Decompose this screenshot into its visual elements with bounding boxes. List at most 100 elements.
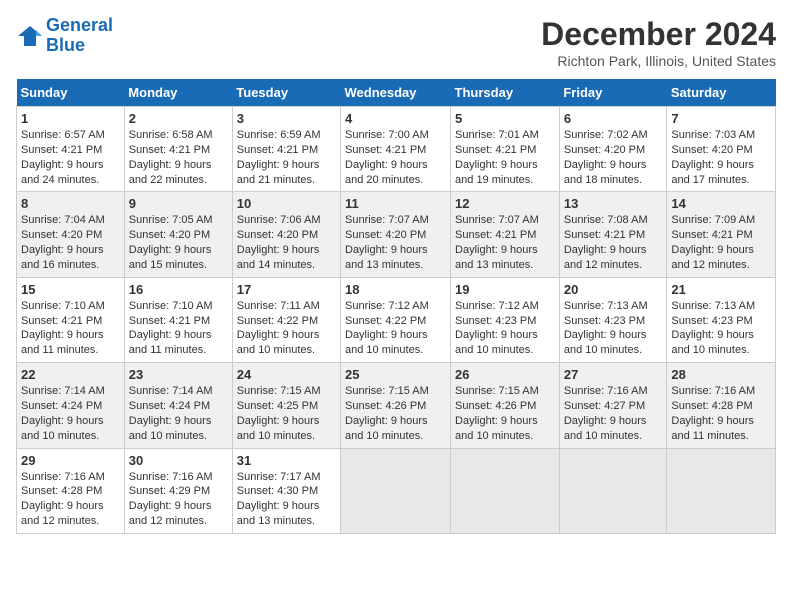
- day-info: Sunrise: 7:06 AMSunset: 4:20 PMDaylight:…: [237, 214, 321, 271]
- calendar-cell-5-5: [451, 448, 560, 533]
- calendar-cell-3-5: 19 Sunrise: 7:12 AMSunset: 4:23 PMDayligh…: [451, 277, 560, 362]
- calendar-cell-1-1: 1 Sunrise: 6:57 AMSunset: 4:21 PMDaylight…: [17, 107, 125, 192]
- logo-text: General Blue: [46, 16, 113, 56]
- calendar-cell-5-3: 31 Sunrise: 7:17 AMSunset: 4:30 PMDayligh…: [232, 448, 340, 533]
- day-number: 17: [237, 282, 336, 297]
- day-info: Sunrise: 7:04 AMSunset: 4:20 PMDaylight:…: [21, 214, 105, 271]
- calendar-cell-1-6: 6 Sunrise: 7:02 AMSunset: 4:20 PMDaylight…: [559, 107, 667, 192]
- calendar-cell-4-6: 27 Sunrise: 7:16 AMSunset: 4:27 PMDayligh…: [559, 363, 667, 448]
- calendar-cell-4-5: 26 Sunrise: 7:15 AMSunset: 4:26 PMDayligh…: [451, 363, 560, 448]
- calendar-cell-2-6: 13 Sunrise: 7:08 AMSunset: 4:21 PMDayligh…: [559, 192, 667, 277]
- calendar-row-2: 8Sunrise: 7:04 AMSunset: 4:20 PMDaylight…: [17, 192, 776, 277]
- logo-line2: Blue: [46, 35, 85, 55]
- calendar-cell-4-2: 23Sunrise: 7:14 AMSunset: 4:24 PMDayligh…: [124, 363, 232, 448]
- col-friday: Friday: [559, 79, 667, 107]
- calendar-cell-3-3: 17 Sunrise: 7:11 AMSunset: 4:22 PMDayligh…: [232, 277, 340, 362]
- day-info: Sunrise: 7:08 AMSunset: 4:21 PMDaylight:…: [564, 214, 648, 271]
- calendar-cell-3-2: 16 Sunrise: 7:10 AMSunset: 4:21 PMDayligh…: [124, 277, 232, 362]
- calendar-cell-4-7: 28 Sunrise: 7:16 AMSunset: 4:28 PMDayligh…: [667, 363, 776, 448]
- day-number: 10: [237, 196, 336, 211]
- col-sunday: Sunday: [17, 79, 125, 107]
- calendar-cell-1-2: 2 Sunrise: 6:58 AMSunset: 4:21 PMDaylight…: [124, 107, 232, 192]
- calendar-row-5: 29 Sunrise: 7:16 AMSunset: 4:28 PMDayligh…: [17, 448, 776, 533]
- logo-line1: General: [46, 15, 113, 35]
- calendar-cell-2-2: 9 Sunrise: 7:05 AMSunset: 4:20 PMDaylight…: [124, 192, 232, 277]
- day-number: 2: [129, 111, 228, 126]
- calendar-table: Sunday Monday Tuesday Wednesday Thursday…: [16, 79, 776, 534]
- day-number: 7: [671, 111, 771, 126]
- day-number: 26: [455, 367, 555, 382]
- calendar-cell-2-3: 10 Sunrise: 7:06 AMSunset: 4:20 PMDayligh…: [232, 192, 340, 277]
- logo: General Blue: [16, 16, 113, 56]
- day-number: 27: [564, 367, 663, 382]
- logo-icon: [16, 22, 44, 50]
- day-info: Sunrise: 6:58 AMSunset: 4:21 PMDaylight:…: [129, 129, 213, 186]
- day-number: 24: [237, 367, 336, 382]
- day-number: 29: [21, 453, 120, 468]
- col-monday: Monday: [124, 79, 232, 107]
- day-number: 16: [129, 282, 228, 297]
- day-info: Sunrise: 7:15 AMSunset: 4:26 PMDaylight:…: [455, 385, 539, 442]
- day-number: 25: [345, 367, 446, 382]
- calendar-cell-5-1: 29 Sunrise: 7:16 AMSunset: 4:28 PMDayligh…: [17, 448, 125, 533]
- day-number: 14: [671, 196, 771, 211]
- day-info: Sunrise: 7:14 AMSunset: 4:24 PMDaylight:…: [21, 385, 105, 442]
- day-number: 6: [564, 111, 663, 126]
- day-number: 21: [671, 282, 771, 297]
- day-info: Sunrise: 7:13 AMSunset: 4:23 PMDaylight:…: [671, 300, 755, 357]
- calendar-cell-1-3: 3Sunrise: 6:59 AMSunset: 4:21 PMDaylight…: [232, 107, 340, 192]
- day-info: Sunrise: 7:02 AMSunset: 4:20 PMDaylight:…: [564, 129, 648, 186]
- day-number: 22: [21, 367, 120, 382]
- day-number: 19: [455, 282, 555, 297]
- title-block: December 2024 Richton Park, Illinois, Un…: [541, 16, 776, 69]
- calendar-cell-1-4: 4Sunrise: 7:00 AMSunset: 4:21 PMDaylight…: [341, 107, 451, 192]
- day-number: 31: [237, 453, 336, 468]
- weekday-header-row: Sunday Monday Tuesday Wednesday Thursday…: [17, 79, 776, 107]
- col-thursday: Thursday: [451, 79, 560, 107]
- day-info: Sunrise: 7:03 AMSunset: 4:20 PMDaylight:…: [671, 129, 755, 186]
- day-info: Sunrise: 7:11 AMSunset: 4:22 PMDaylight:…: [237, 300, 320, 357]
- month-title: December 2024: [541, 16, 776, 53]
- calendar-row-1: 1 Sunrise: 6:57 AMSunset: 4:21 PMDaylight…: [17, 107, 776, 192]
- col-tuesday: Tuesday: [232, 79, 340, 107]
- day-number: 18: [345, 282, 446, 297]
- day-info: Sunrise: 7:16 AMSunset: 4:29 PMDaylight:…: [129, 471, 213, 528]
- day-info: Sunrise: 6:57 AMSunset: 4:21 PMDaylight:…: [21, 129, 105, 186]
- day-info: Sunrise: 7:05 AMSunset: 4:20 PMDaylight:…: [129, 214, 213, 271]
- day-info: Sunrise: 7:07 AMSunset: 4:21 PMDaylight:…: [455, 214, 539, 271]
- day-number: 28: [671, 367, 771, 382]
- day-number: 1: [21, 111, 120, 126]
- calendar-cell-5-2: 30Sunrise: 7:16 AMSunset: 4:29 PMDayligh…: [124, 448, 232, 533]
- day-info: Sunrise: 7:07 AMSunset: 4:20 PMDaylight:…: [345, 214, 429, 271]
- calendar-cell-2-1: 8Sunrise: 7:04 AMSunset: 4:20 PMDaylight…: [17, 192, 125, 277]
- day-info: Sunrise: 7:01 AMSunset: 4:21 PMDaylight:…: [455, 129, 539, 186]
- calendar-cell-3-7: 21 Sunrise: 7:13 AMSunset: 4:23 PMDayligh…: [667, 277, 776, 362]
- day-number: 4: [345, 111, 446, 126]
- calendar-cell-4-4: 25 Sunrise: 7:15 AMSunset: 4:26 PMDayligh…: [341, 363, 451, 448]
- calendar-cell-1-7: 7 Sunrise: 7:03 AMSunset: 4:20 PMDaylight…: [667, 107, 776, 192]
- day-number: 23: [129, 367, 228, 382]
- day-info: Sunrise: 6:59 AMSunset: 4:21 PMDaylight:…: [237, 129, 321, 186]
- day-number: 13: [564, 196, 663, 211]
- day-number: 9: [129, 196, 228, 211]
- day-info: Sunrise: 7:15 AMSunset: 4:26 PMDaylight:…: [345, 385, 429, 442]
- day-info: Sunrise: 7:13 AMSunset: 4:23 PMDaylight:…: [564, 300, 648, 357]
- day-info: Sunrise: 7:12 AMSunset: 4:23 PMDaylight:…: [455, 300, 539, 357]
- day-info: Sunrise: 7:10 AMSunset: 4:21 PMDaylight:…: [21, 300, 105, 357]
- day-info: Sunrise: 7:16 AMSunset: 4:28 PMDaylight:…: [671, 385, 755, 442]
- calendar-cell-2-5: 12Sunrise: 7:07 AMSunset: 4:21 PMDayligh…: [451, 192, 560, 277]
- day-info: Sunrise: 7:16 AMSunset: 4:28 PMDaylight:…: [21, 471, 105, 528]
- calendar-cell-3-4: 18Sunrise: 7:12 AMSunset: 4:22 PMDayligh…: [341, 277, 451, 362]
- calendar-cell-4-3: 24Sunrise: 7:15 AMSunset: 4:25 PMDayligh…: [232, 363, 340, 448]
- calendar-cell-3-6: 20 Sunrise: 7:13 AMSunset: 4:23 PMDayligh…: [559, 277, 667, 362]
- day-number: 11: [345, 196, 446, 211]
- day-number: 20: [564, 282, 663, 297]
- day-info: Sunrise: 7:17 AMSunset: 4:30 PMDaylight:…: [237, 471, 321, 528]
- day-info: Sunrise: 7:16 AMSunset: 4:27 PMDaylight:…: [564, 385, 648, 442]
- day-info: Sunrise: 7:10 AMSunset: 4:21 PMDaylight:…: [129, 300, 213, 357]
- calendar-row-4: 22 Sunrise: 7:14 AMSunset: 4:24 PMDayligh…: [17, 363, 776, 448]
- calendar-cell-2-7: 14Sunrise: 7:09 AMSunset: 4:21 PMDayligh…: [667, 192, 776, 277]
- day-number: 15: [21, 282, 120, 297]
- calendar-cell-1-5: 5Sunrise: 7:01 AMSunset: 4:21 PMDaylight…: [451, 107, 560, 192]
- page-header: General Blue December 2024 Richton Park,…: [16, 16, 776, 69]
